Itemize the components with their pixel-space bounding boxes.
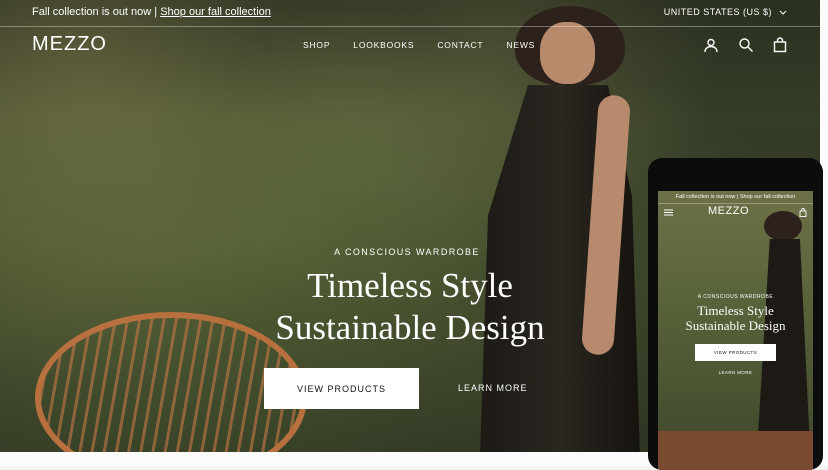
mobile-logo[interactable]: MEZZO bbox=[708, 205, 749, 217]
mobile-preview: Fall collection is out now | Shop our fa… bbox=[648, 158, 823, 470]
mobile-hero-title-line2: Sustainable Design bbox=[685, 318, 786, 333]
mobile-floor bbox=[658, 431, 813, 470]
account-icon[interactable] bbox=[703, 37, 719, 53]
mobile-screen: Fall collection is out now | Shop our fa… bbox=[658, 191, 813, 470]
mobile-announcement[interactable]: Fall collection is out now | Shop our fa… bbox=[658, 191, 813, 204]
region-label: UNITED STATES (US $) bbox=[663, 7, 772, 17]
nav-contact[interactable]: CONTACT bbox=[437, 40, 483, 50]
chevron-down-icon bbox=[779, 10, 787, 15]
announcement-link[interactable]: Shop our fall collection bbox=[160, 6, 271, 18]
view-products-button[interactable]: VIEW PRODUCTS bbox=[264, 368, 419, 409]
mobile-learn-more-link[interactable]: LEARN MORE bbox=[658, 370, 813, 375]
model-face bbox=[540, 22, 595, 84]
main-nav: SHOP LOOKBOOKS CONTACT NEWS bbox=[303, 40, 558, 50]
learn-more-link[interactable]: LEARN MORE bbox=[458, 383, 528, 393]
mobile-view-products-button[interactable]: VIEW PRODUCTS bbox=[695, 344, 776, 361]
search-icon[interactable] bbox=[738, 37, 754, 53]
mobile-model-hair bbox=[764, 211, 802, 241]
cart-icon[interactable] bbox=[772, 37, 788, 53]
mobile-cart-icon[interactable] bbox=[799, 208, 807, 217]
nav-lookbooks[interactable]: LOOKBOOKS bbox=[353, 40, 414, 50]
hero-eyebrow-text: A CONSCIOUS WARDROBE bbox=[334, 247, 480, 257]
nav-news[interactable]: NEWS bbox=[506, 40, 535, 50]
site-logo[interactable]: MEZZO bbox=[32, 33, 107, 56]
mobile-hero-eyebrow: A CONSCIOUS WARDROBE bbox=[697, 294, 774, 300]
hamburger-menu-icon[interactable] bbox=[664, 208, 673, 217]
announcement-bar: Fall collection is out now | Shop our fa… bbox=[0, 0, 820, 27]
announcement-text: Fall collection is out now | bbox=[32, 6, 161, 18]
mobile-hero-title-line1: Timeless Style bbox=[697, 303, 774, 318]
announcement-message: Fall collection is out now | Shop our fa… bbox=[32, 6, 271, 18]
nav-shop[interactable]: SHOP bbox=[303, 40, 330, 50]
region-selector[interactable]: UNITED STATES (US $) bbox=[664, 7, 787, 17]
